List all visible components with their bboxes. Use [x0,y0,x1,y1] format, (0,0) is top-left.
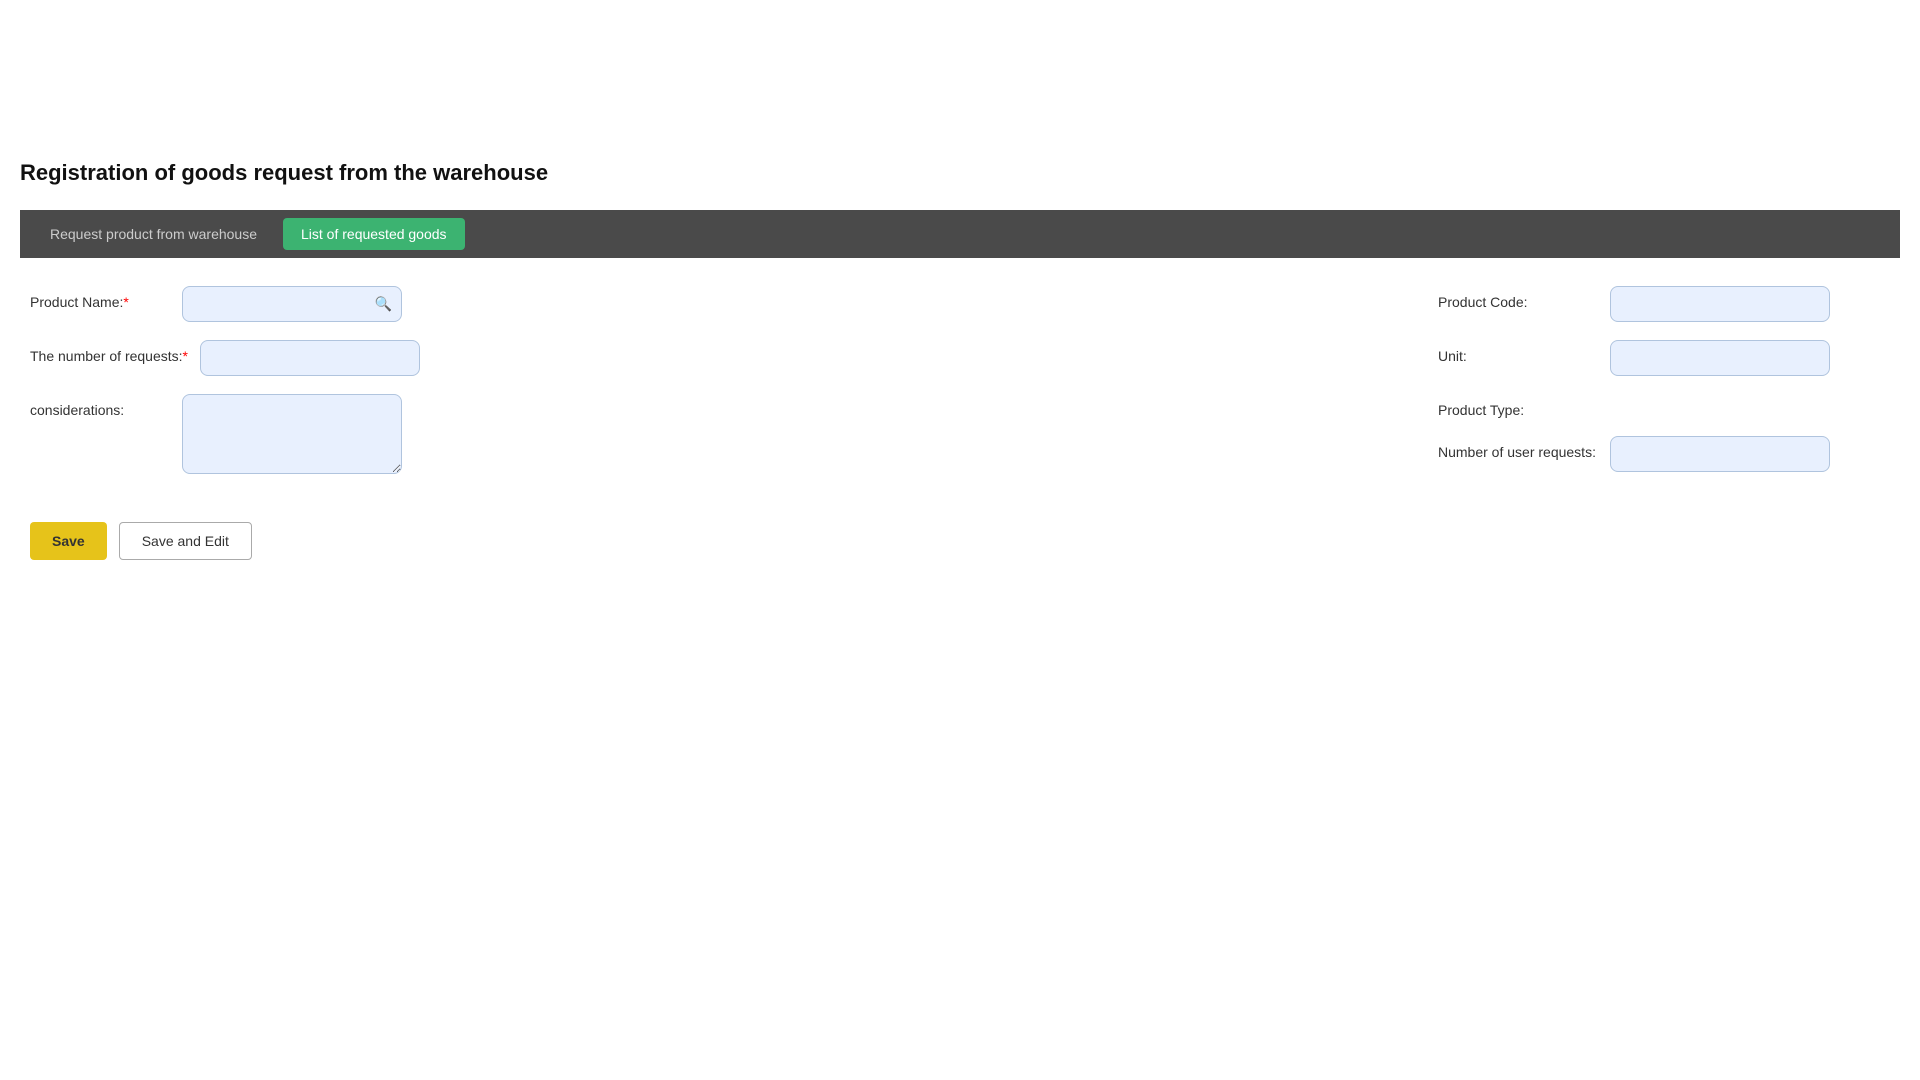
considerations-input[interactable] [182,394,402,474]
product-name-row: Product Name:* 🔍 [30,286,450,322]
page-title: Registration of goods request from the w… [20,160,1900,186]
form-left: Product Name:* 🔍 The number of requests:… [30,286,450,492]
number-user-requests-row: Number of user requests: [1438,436,1830,472]
unit-input[interactable] [1610,340,1830,376]
number-of-requests-row: The number of requests:* [30,340,450,376]
unit-row: Unit: [1438,340,1830,376]
tab-bar: Request product from warehouse List of r… [20,210,1900,258]
form-right: Product Code: Unit: Product Type: Number… [1438,286,1890,492]
product-type-row: Product Type: [1438,394,1830,418]
form-section: Product Name:* 🔍 The number of requests:… [20,286,1900,492]
save-and-edit-button[interactable]: Save and Edit [119,522,252,560]
tab-list-requested[interactable]: List of requested goods [283,218,465,250]
number-of-requests-input[interactable] [200,340,420,376]
product-code-row: Product Code: [1438,286,1830,322]
product-type-label: Product Type: [1438,394,1598,418]
number-user-requests-input[interactable] [1610,436,1830,472]
product-code-label: Product Code: [1438,286,1598,310]
product-code-input[interactable] [1610,286,1830,322]
save-button[interactable]: Save [30,522,107,560]
product-name-label: Product Name:* [30,286,170,310]
considerations-row: considerations: [30,394,450,474]
product-name-search-wrapper: 🔍 [182,286,402,322]
considerations-label: considerations: [30,394,170,418]
number-of-requests-label: The number of requests:* [30,340,188,364]
buttons-row: Save Save and Edit [20,522,1900,560]
tab-request-product[interactable]: Request product from warehouse [32,218,275,250]
unit-label: Unit: [1438,340,1598,364]
product-name-input[interactable] [182,286,402,322]
number-user-requests-label: Number of user requests: [1438,436,1598,460]
